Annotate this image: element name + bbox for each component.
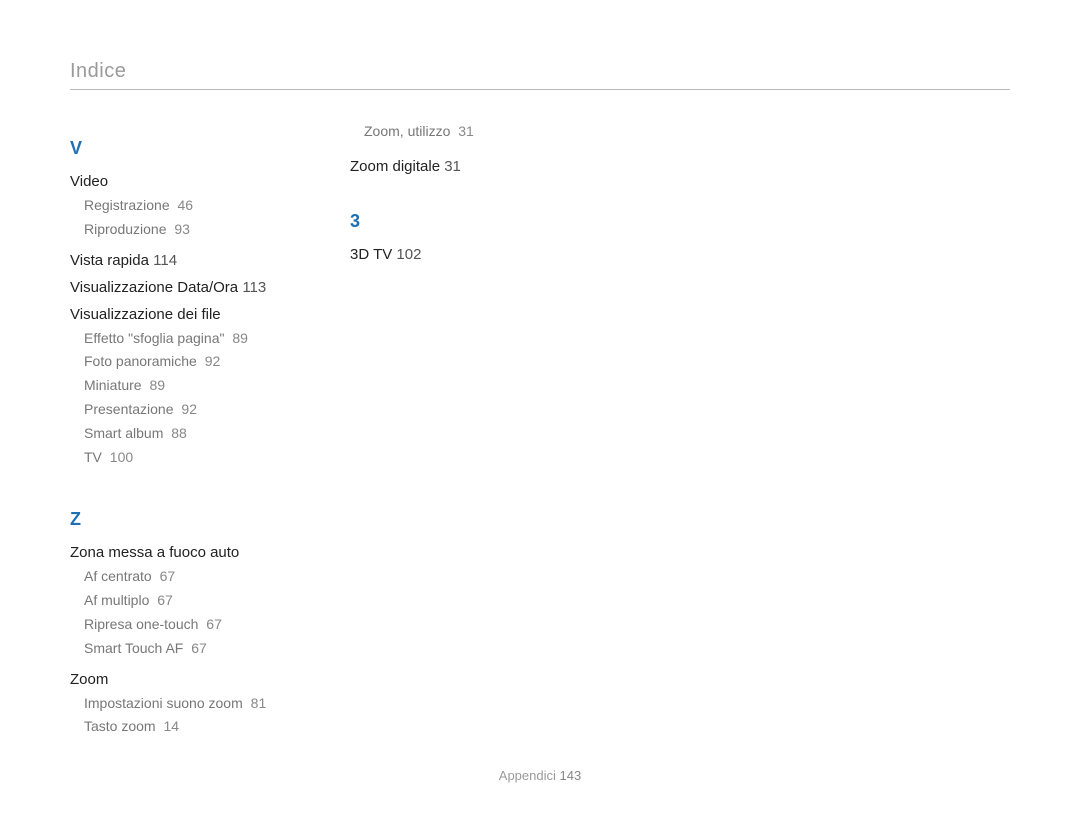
entry-title-text: Visualizzazione Data/Ora bbox=[70, 279, 238, 296]
sub-page: 92 bbox=[181, 401, 197, 417]
entry-title-text: Visualizzazione dei file bbox=[70, 306, 221, 323]
sub-label: TV bbox=[84, 449, 102, 465]
sub-page: 67 bbox=[206, 616, 222, 632]
entry-zoom-digitale: Zoom digitale 31 bbox=[350, 158, 600, 175]
entry-page: 102 bbox=[396, 246, 421, 263]
sub-label: Ripresa one-touch bbox=[84, 616, 198, 632]
entry-page: 114 bbox=[153, 252, 177, 269]
page: Indice V Video Registrazione 46 Riproduz… bbox=[0, 0, 1080, 815]
sub-label: Riproduzione bbox=[84, 221, 167, 237]
footer-page: 143 bbox=[560, 768, 582, 783]
sub-label: Af multiplo bbox=[84, 592, 149, 608]
entry-video: Video bbox=[70, 173, 320, 190]
footer-label: Appendici bbox=[499, 768, 556, 783]
sub-page: 92 bbox=[205, 353, 221, 369]
entry-video-subs: Registrazione 46 Riproduzione 93 bbox=[70, 194, 320, 242]
entry-visualizzazione-data-ora: Visualizzazione Data/Ora 113 bbox=[70, 279, 320, 296]
sub-page: 67 bbox=[191, 640, 207, 656]
entry-page: 113 bbox=[242, 279, 266, 296]
entry-title-text: Video bbox=[70, 173, 108, 190]
sub-page: 89 bbox=[149, 377, 165, 393]
section-letter-z: Z bbox=[70, 509, 320, 530]
sub-page: 100 bbox=[110, 449, 133, 465]
sub-page: 14 bbox=[163, 718, 179, 734]
column-1: V Video Registrazione 46 Riproduzione 93… bbox=[70, 120, 320, 739]
sub-page: 46 bbox=[178, 197, 194, 213]
sub-label: Impostazioni suono zoom bbox=[84, 695, 243, 711]
section-letter-3: 3 bbox=[350, 211, 600, 232]
sub-page: 67 bbox=[157, 592, 173, 608]
sub-label: Zoom, utilizzo bbox=[364, 123, 450, 139]
entry-zoom-utilizzo: Zoom, utilizzo 31 bbox=[350, 120, 600, 144]
entry-zona-messa-fuoco: Zona messa a fuoco auto bbox=[70, 544, 320, 561]
entry-visualizzazione-file: Visualizzazione dei file bbox=[70, 306, 320, 323]
sub-label: Foto panoramiche bbox=[84, 353, 197, 369]
sub-label: Presentazione bbox=[84, 401, 174, 417]
sub-label: Smart album bbox=[84, 425, 163, 441]
entry-vista-rapida: Vista rapida 114 bbox=[70, 252, 320, 269]
sub-label: Registrazione bbox=[84, 197, 170, 213]
entry-title-text: 3D TV bbox=[350, 246, 392, 263]
column-2: Zoom, utilizzo 31 Zoom digitale 31 3 3D … bbox=[350, 120, 600, 739]
sub-page: 31 bbox=[458, 123, 474, 139]
sub-label: Miniature bbox=[84, 377, 142, 393]
entry-zoom: Zoom bbox=[70, 671, 320, 688]
sub-page: 88 bbox=[171, 425, 187, 441]
index-columns: V Video Registrazione 46 Riproduzione 93… bbox=[70, 120, 1010, 739]
entry-title-text: Zoom digitale bbox=[350, 158, 440, 175]
entry-zoom-subs: Impostazioni suono zoom 81 Tasto zoom 14 bbox=[70, 692, 320, 740]
entry-title-text: Zoom bbox=[70, 671, 108, 688]
sub-page: 81 bbox=[251, 695, 267, 711]
entry-zona-messa-fuoco-subs: Af centrato 67 Af multiplo 67 Ripresa on… bbox=[70, 565, 320, 660]
entry-title-text: Vista rapida bbox=[70, 252, 149, 269]
sub-label: Af centrato bbox=[84, 568, 152, 584]
sub-page: 89 bbox=[232, 330, 248, 346]
entry-page: 31 bbox=[444, 158, 461, 175]
sub-label: Effetto "sfoglia pagina" bbox=[84, 330, 224, 346]
sub-label: Tasto zoom bbox=[84, 718, 156, 734]
sub-page: 93 bbox=[174, 221, 190, 237]
sub-label: Smart Touch AF bbox=[84, 640, 183, 656]
page-title: Indice bbox=[70, 60, 1010, 90]
section-letter-v: V bbox=[70, 138, 320, 159]
sub-page: 67 bbox=[160, 568, 176, 584]
footer: Appendici 143 bbox=[0, 768, 1080, 783]
entry-title-text: Zona messa a fuoco auto bbox=[70, 544, 239, 561]
entry-visualizzazione-file-subs: Effetto "sfoglia pagina" 89 Foto panoram… bbox=[70, 327, 320, 470]
entry-3d-tv: 3D TV 102 bbox=[350, 246, 600, 263]
